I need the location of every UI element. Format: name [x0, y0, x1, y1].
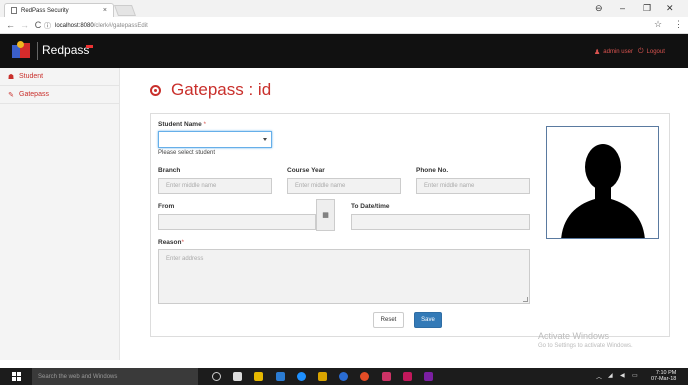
minimize-button[interactable]: –: [620, 3, 625, 13]
tray-chevron-icon[interactable]: ︿: [596, 372, 602, 381]
url-host: localhost:8080: [55, 22, 94, 29]
calendar-icon[interactable]: ▦: [316, 199, 335, 231]
sidebar-item-label: Gatepass: [19, 91, 49, 98]
course-year-input[interactable]: Enter middle name: [287, 178, 401, 194]
back-arrow-icon[interactable]: ←: [6, 20, 15, 30]
tab-close-icon[interactable]: ×: [103, 7, 107, 14]
browser-tab[interactable]: RedPass Security ×: [4, 3, 114, 17]
brand-divider: [37, 42, 38, 60]
browser-tab-strip: RedPass Security × ⊖ – ❐ ✕: [0, 0, 688, 17]
user-icon: ♟: [594, 49, 601, 56]
page-favicon-icon: [11, 7, 17, 14]
network-icon[interactable]: ◢: [608, 372, 613, 379]
app-purple-icon[interactable]: [424, 372, 433, 381]
users-icon: ☗: [7, 73, 15, 81]
activate-windows-watermark: Activate Windows Go to Settings to activ…: [538, 331, 633, 349]
power-icon: ⏻: [638, 48, 644, 55]
windows-taskbar: Search the web and Windows ︿ ◢ ◀ ▭ 7:10 …: [0, 368, 688, 385]
redpass-logo-icon: [12, 41, 32, 61]
student-name-label: Student Name *: [158, 121, 207, 128]
sidebar-item-label: Student: [19, 73, 44, 80]
course-year-label: Course Year: [287, 167, 325, 174]
sidebar-item-student[interactable]: ☗ Student: [0, 68, 119, 86]
notifications-icon[interactable]: ▭: [632, 372, 638, 379]
store-icon[interactable]: [233, 372, 242, 381]
logout-label: Logout: [646, 49, 665, 55]
chevron-down-icon: [263, 138, 267, 141]
app-red-icon[interactable]: [382, 372, 391, 381]
phone-input[interactable]: Enter middle name: [416, 178, 530, 194]
new-tab-button[interactable]: [113, 5, 137, 16]
taskbar-search-input[interactable]: Search the web and Windows: [32, 368, 198, 385]
close-window-button[interactable]: ✕: [666, 3, 674, 14]
task-view-icon[interactable]: [212, 372, 221, 381]
user-menu-link[interactable]: ♟ admin user: [594, 48, 633, 56]
page-title: Gatepass : id: [150, 80, 271, 100]
app-icon[interactable]: [276, 372, 285, 381]
brand-name[interactable]: Redpass: [42, 43, 89, 57]
vlc-icon[interactable]: [318, 372, 327, 381]
edge-browser-icon[interactable]: [297, 372, 306, 381]
user-name: admin user: [603, 49, 633, 55]
clock-date: 07-Mar-18: [651, 376, 677, 382]
maximize-button[interactable]: ❐: [643, 3, 651, 14]
reason-textarea[interactable]: Enter address: [158, 249, 530, 304]
windows-start-icon[interactable]: [12, 372, 21, 381]
volume-icon[interactable]: ◀: [620, 372, 625, 379]
to-datetime-input[interactable]: [351, 214, 530, 230]
app-header: Redpass ♟ admin user ⏻ Logout: [0, 34, 688, 68]
reason-label: Reason*: [158, 239, 185, 246]
address-bar[interactable]: ⓘ localhost:8080 /clerk#/gatepassEdit: [44, 20, 668, 31]
phone-label: Phone No.: [416, 167, 449, 174]
bookmark-star-icon[interactable]: ☆: [654, 19, 662, 30]
reason-placeholder: Enter address: [166, 256, 204, 262]
tab-title: RedPass Security: [21, 7, 69, 14]
reload-icon[interactable]: C: [34, 20, 42, 30]
logout-link[interactable]: ⏻ Logout: [638, 48, 665, 56]
chrome-icon[interactable]: [360, 372, 369, 381]
from-label: From: [158, 203, 175, 210]
resize-grip-icon[interactable]: [523, 297, 528, 302]
forward-arrow-icon[interactable]: →: [20, 20, 29, 30]
circle-dot-icon: [150, 84, 161, 96]
site-info-icon[interactable]: ⓘ: [44, 21, 51, 31]
account-icon[interactable]: ⊖: [595, 3, 603, 14]
branch-input[interactable]: Enter middle name: [158, 178, 272, 194]
watermark-title: Activate Windows: [538, 331, 610, 341]
from-datetime-input[interactable]: [158, 214, 316, 230]
file-explorer-icon[interactable]: [254, 372, 263, 381]
student-select[interactable]: [158, 131, 272, 148]
taskbar-clock[interactable]: 7:10 PM 07-Mar-18: [651, 370, 676, 382]
sidebar-item-gatepass[interactable]: ✎ Gatepass: [0, 86, 119, 104]
save-button[interactable]: Save: [414, 312, 442, 328]
watermark-subtitle: Go to Settings to activate Windows.: [538, 343, 633, 349]
student-help-text: Please select student: [158, 150, 216, 156]
page-title-text: Gatepass : id: [171, 80, 272, 99]
photos-icon[interactable]: [403, 372, 412, 381]
sidebar: ☗ Student ✎ Gatepass: [0, 68, 120, 360]
branch-label: Branch: [158, 167, 181, 174]
app-globe-icon[interactable]: [339, 372, 348, 381]
browser-menu-icon[interactable]: ⋮: [674, 19, 683, 30]
url-path: /clerk#/gatepassEdit: [93, 22, 148, 29]
edit-icon: ✎: [8, 91, 14, 99]
brand-accent-mark: [86, 45, 93, 48]
to-datetime-label: To Date/time: [351, 203, 390, 210]
person-silhouette-icon: [561, 144, 645, 238]
student-photo: [546, 126, 659, 239]
browser-toolbar: ← → C ⓘ localhost:8080 /clerk#/gatepassE…: [0, 17, 688, 34]
reset-button[interactable]: Reset: [373, 312, 404, 328]
